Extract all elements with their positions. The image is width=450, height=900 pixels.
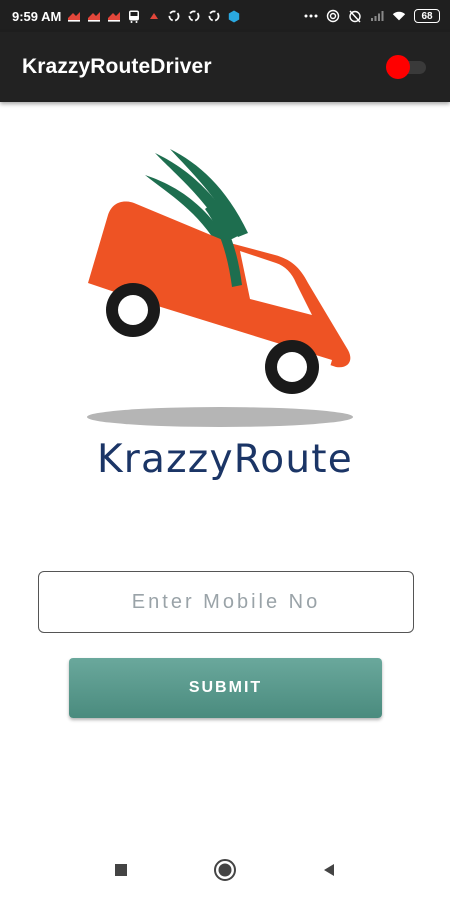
wifi-icon	[392, 9, 406, 23]
notification-icon	[147, 9, 161, 23]
mobile-number-input[interactable]	[38, 571, 414, 633]
notification-icon	[67, 9, 81, 23]
bus-icon	[127, 9, 141, 23]
alarm-off-icon	[348, 9, 362, 23]
record-toggle-switch[interactable]	[386, 54, 428, 80]
battery-icon: 68	[414, 9, 440, 23]
back-triangle-icon[interactable]	[317, 858, 341, 882]
toggle-thumb	[386, 55, 410, 79]
notification-icon	[107, 9, 121, 23]
system-nav-bar	[0, 840, 450, 900]
home-circle-icon[interactable]	[213, 858, 237, 882]
system-icons: 68	[304, 9, 440, 23]
krazzyroute-logo: KrazzyRoute	[80, 145, 370, 495]
app-title: KrazzyRouteDriver	[22, 55, 212, 78]
status-bar: 9:59 AM 68	[0, 0, 450, 32]
hotspot-icon	[326, 9, 340, 23]
app-bar: KrazzyRouteDriver	[0, 32, 450, 102]
van-logo-graphic	[87, 149, 353, 427]
more-icon	[304, 9, 318, 23]
ground-shadow	[87, 407, 353, 427]
sync-icon	[167, 9, 181, 23]
hexagon-app-icon	[227, 9, 241, 23]
status-time: 9:59 AM	[12, 8, 62, 24]
sync-icon	[187, 9, 201, 23]
sync-icon	[207, 9, 221, 23]
notification-icon	[87, 9, 101, 23]
recents-square-icon[interactable]	[109, 858, 133, 882]
signal-icon	[370, 9, 384, 23]
brand-name: KrazzyRoute	[97, 437, 353, 482]
notification-icons	[67, 9, 241, 23]
submit-button[interactable]: SUBMIT	[69, 658, 382, 718]
